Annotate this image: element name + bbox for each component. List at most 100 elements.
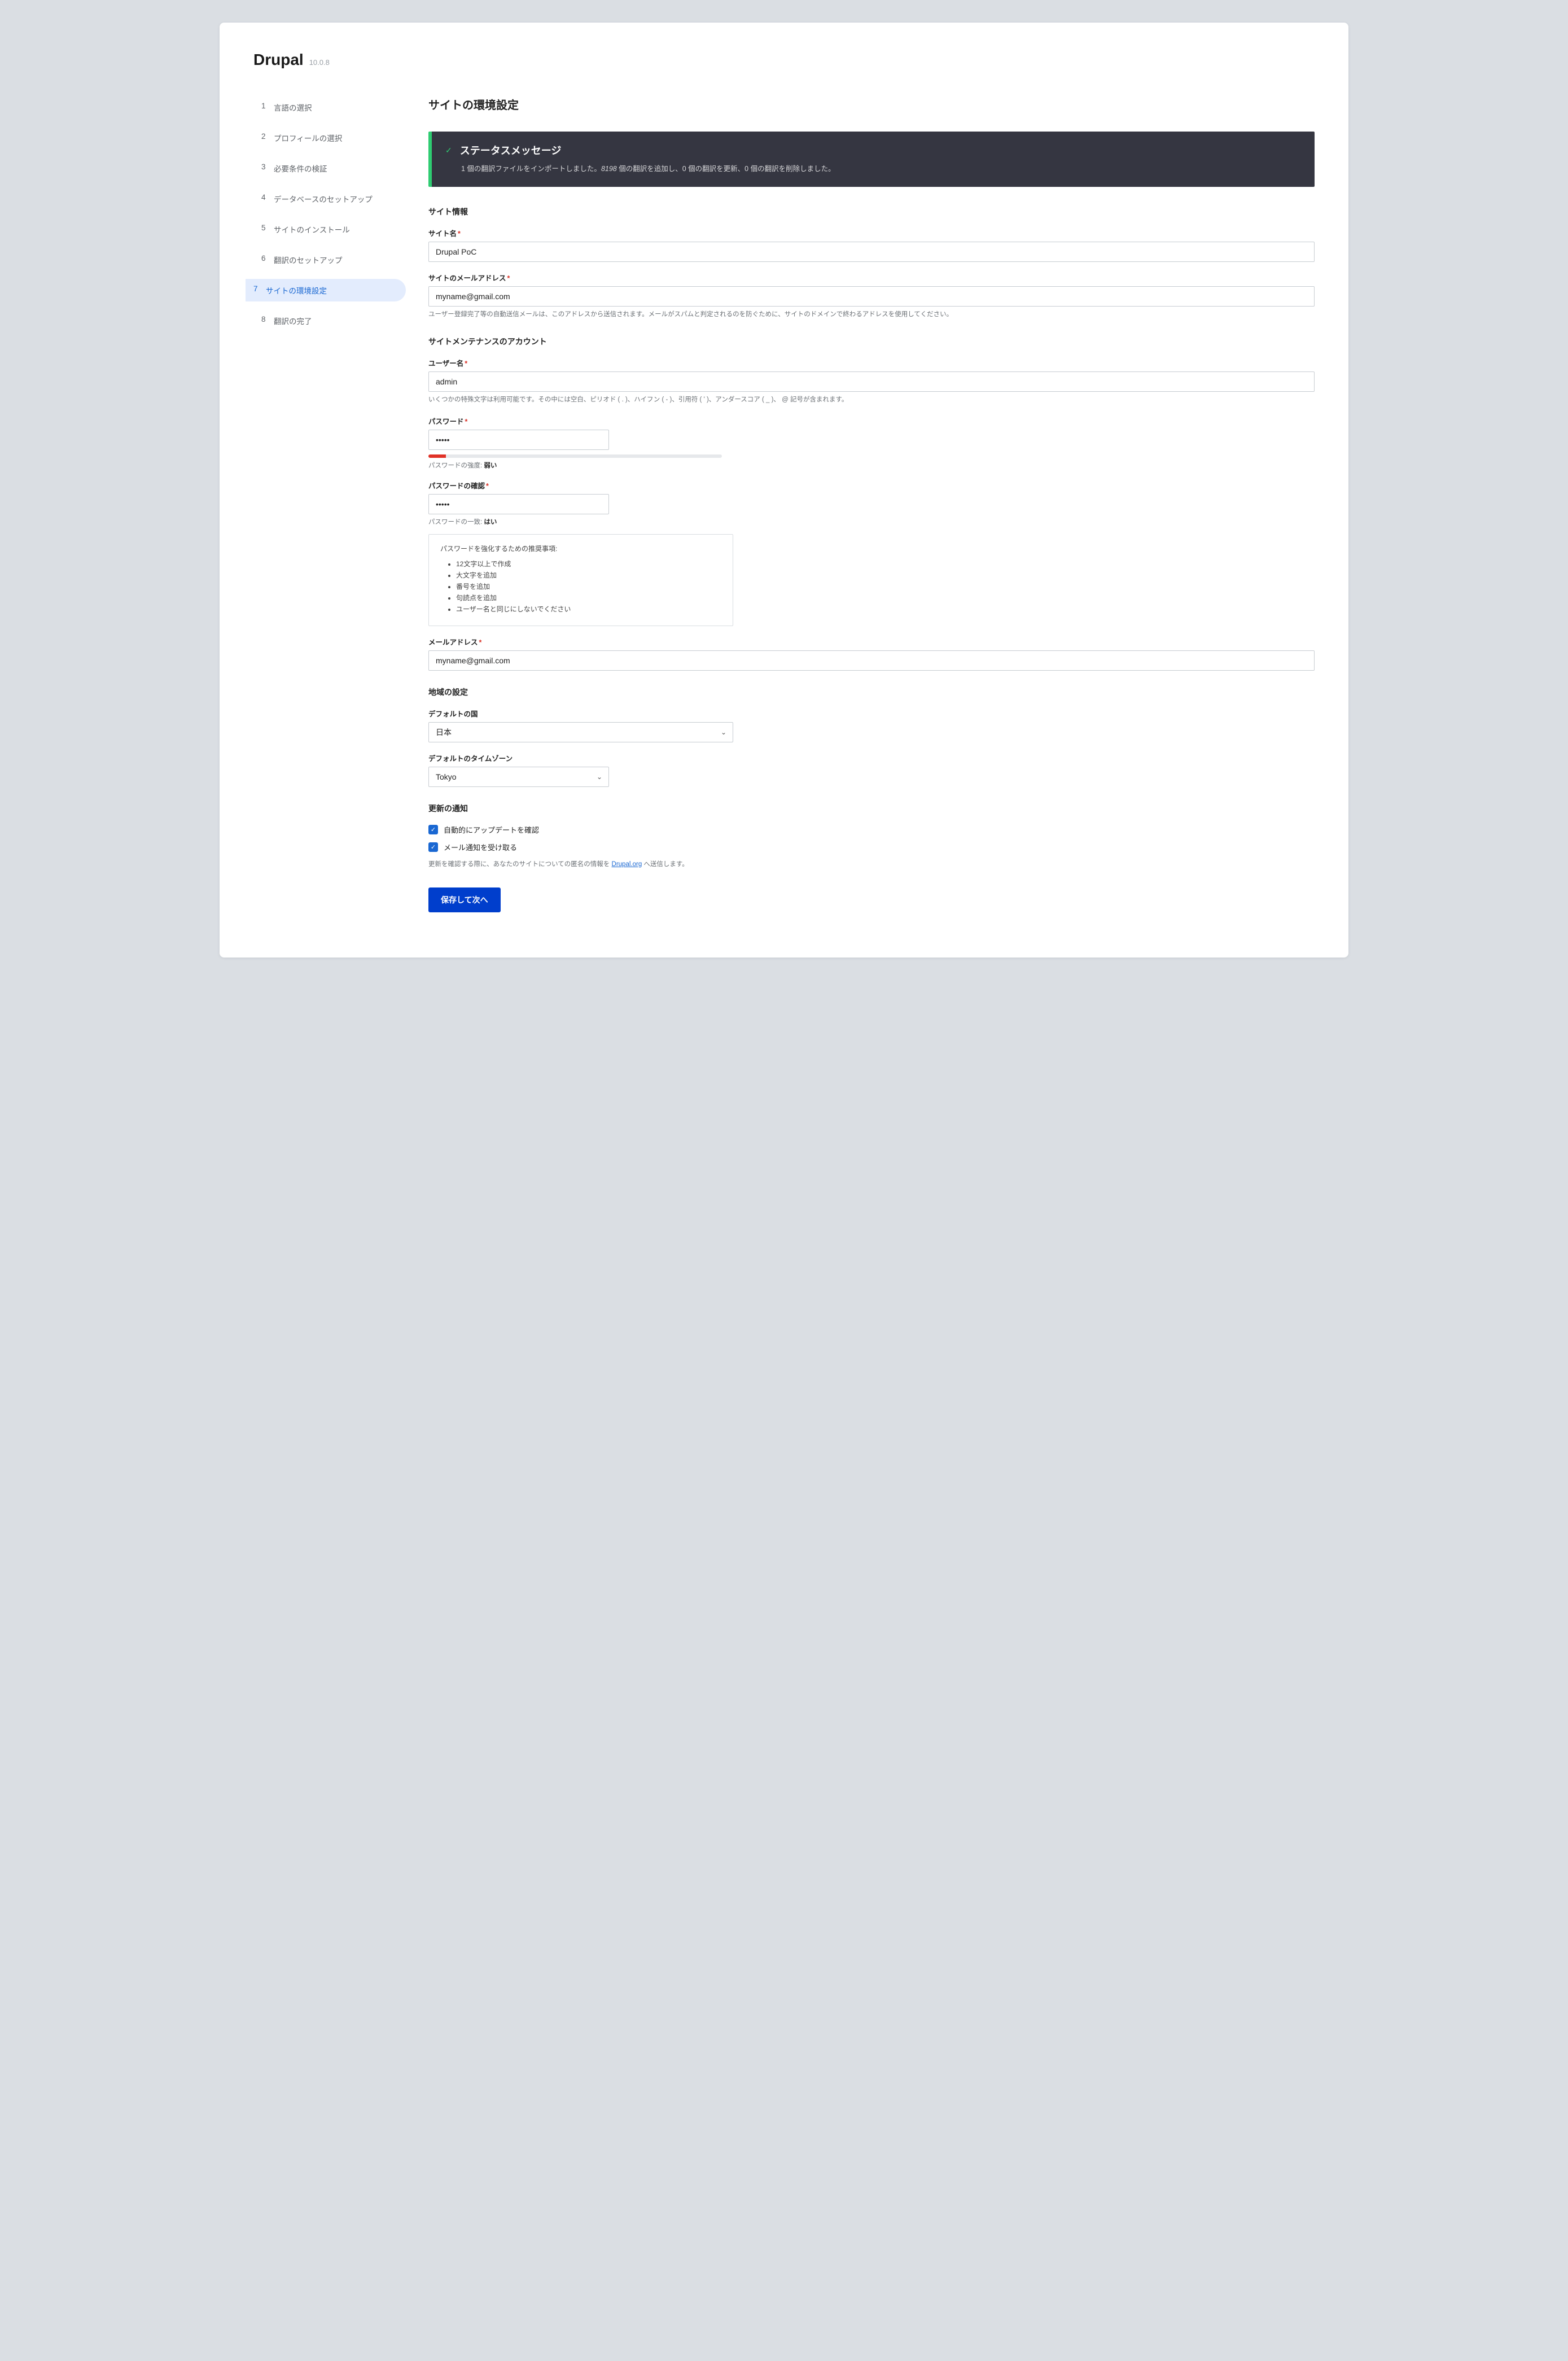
step-label: サイトのインストール: [274, 224, 350, 235]
step-number: 5: [261, 224, 268, 235]
step-number: 1: [261, 102, 268, 113]
password-tip-item: 12文字以上で作成: [456, 559, 721, 569]
section-regional-title: 地域の設定: [428, 687, 1315, 698]
select-timezone[interactable]: Tokyo: [428, 767, 609, 787]
update-note: 更新を確認する際に、あなたのサイトについての匿名の情報を Drupal.org …: [428, 859, 1315, 868]
step-item-7[interactable]: 7 サイトの環境設定: [246, 279, 406, 301]
label-site-name: サイト名*: [428, 228, 1315, 238]
step-number: 3: [261, 163, 268, 174]
brand: Drupal 10.0.8: [253, 51, 1315, 69]
step-list: 1言語の選択2プロフィールの選択3必要条件の検証4データベースのセットアップ5サ…: [253, 96, 395, 332]
password-tips-title: パスワードを強化するための推奨事項:: [440, 544, 721, 553]
field-timezone: デフォルトのタイムゾーン Tokyo ⌄: [428, 753, 1315, 787]
label-username: ユーザー名*: [428, 357, 1315, 368]
field-account-email: メールアドレス*: [428, 636, 1315, 671]
label-site-email: サイトのメールアドレス*: [428, 272, 1315, 283]
checkbox-row-email-notify: ✓ メール通知を受け取る: [428, 842, 1315, 852]
step-label: プロフィールの選択: [274, 132, 342, 143]
status-body-suffix: 個の翻訳を追加し、0 個の翻訳を更新、0 個の翻訳を削除しました。: [617, 165, 835, 173]
section-maint-title: サイトメンテナンスのアカウント: [428, 336, 1315, 347]
step-item-1[interactable]: 1 言語の選択: [253, 96, 395, 119]
step-label: 必要条件の検証: [274, 163, 327, 174]
password-tip-item: 番号を追加: [456, 581, 721, 591]
step-number: 2: [261, 132, 268, 143]
field-username: ユーザー名* いくつかの特殊文字は利用可能です。その中には空白、ピリオド ( .…: [428, 357, 1315, 405]
check-icon: ✓: [445, 146, 452, 155]
required-marker: *: [486, 482, 489, 490]
required-marker: *: [465, 360, 467, 368]
status-body: 1 個の翻訳ファイルをインポートしました。8198 個の翻訳を追加し、0 個の翻…: [445, 163, 1301, 174]
step-item-5[interactable]: 5 サイトのインストール: [253, 218, 395, 241]
password-strength-fill: [428, 454, 446, 458]
step-number: 8: [261, 315, 268, 326]
field-password: パスワード* パスワードの強度: 弱い: [428, 416, 1315, 470]
step-item-6[interactable]: 6 翻訳のセットアップ: [253, 248, 395, 271]
label-country: デフォルトの国: [428, 708, 1315, 719]
main-content: サイトの環境設定 ✓ ステータスメッセージ 1 個の翻訳ファイルをインポートしま…: [428, 96, 1315, 912]
link-drupal-org[interactable]: Drupal.org: [612, 861, 642, 868]
help-username: いくつかの特殊文字は利用可能です。その中には空白、ピリオド ( . )、ハイフン…: [428, 395, 1315, 405]
brand-name: Drupal: [253, 51, 304, 69]
field-country: デフォルトの国 日本 ⌄: [428, 708, 1315, 742]
password-tip-item: ユーザー名と同じにしないでください: [456, 604, 721, 614]
select-country[interactable]: 日本: [428, 722, 733, 742]
field-site-email: サイトのメールアドレス* ユーザー登録完了等の自動送信メールは、このアドレスから…: [428, 272, 1315, 320]
save-and-continue-button[interactable]: 保存して次へ: [428, 887, 501, 912]
password-tip-item: 句読点を追加: [456, 593, 721, 602]
password-tips-list: 12文字以上で作成大文字を追加番号を追加句読点を追加ユーザー名と同じにしないでく…: [440, 559, 721, 614]
input-password-confirm[interactable]: [428, 494, 609, 514]
status-message: ✓ ステータスメッセージ 1 個の翻訳ファイルをインポートしました。8198 個…: [428, 132, 1315, 187]
sidebar: 1言語の選択2プロフィールの選択3必要条件の検証4データベースのセットアップ5サ…: [253, 96, 395, 912]
password-tip-item: 大文字を追加: [456, 570, 721, 580]
status-header: ✓ ステータスメッセージ: [445, 143, 1301, 158]
status-body-em: 8198: [601, 165, 617, 173]
label-password: パスワード*: [428, 416, 1315, 426]
step-number: 4: [261, 193, 268, 204]
step-label: 言語の選択: [274, 102, 312, 113]
password-strength-text: パスワードの強度: 弱い: [428, 461, 1315, 470]
input-site-email[interactable]: [428, 286, 1315, 307]
input-account-email[interactable]: [428, 650, 1315, 671]
layout: 1言語の選択2プロフィールの選択3必要条件の検証4データベースのセットアップ5サ…: [253, 96, 1315, 912]
step-label: 翻訳の完了: [274, 315, 312, 326]
brand-version: 10.0.8: [309, 58, 330, 67]
step-item-8[interactable]: 8 翻訳の完了: [253, 309, 395, 332]
status-title: ステータスメッセージ: [460, 143, 562, 158]
label-account-email: メールアドレス*: [428, 636, 1315, 647]
step-label: サイトの環境設定: [266, 285, 327, 296]
select-wrap-timezone: Tokyo ⌄: [428, 767, 609, 787]
step-item-3[interactable]: 3 必要条件の検証: [253, 157, 395, 180]
required-marker: *: [507, 274, 510, 282]
label-email-notify: メール通知を受け取る: [444, 842, 517, 852]
password-strength-meter: [428, 454, 722, 458]
required-marker: *: [458, 230, 461, 238]
field-password-confirm: パスワードの確認* パスワードの一致: はい パスワードを強化するための推奨事項…: [428, 480, 1315, 626]
step-item-2[interactable]: 2 プロフィールの選択: [253, 126, 395, 149]
checkbox-row-auto-update: ✓ 自動的にアップデートを確認: [428, 824, 1315, 835]
input-username[interactable]: [428, 371, 1315, 392]
help-site-email: ユーザー登録完了等の自動送信メールは、このアドレスから送信されます。メールがスパ…: [428, 310, 1315, 320]
label-auto-update: 自動的にアップデートを確認: [444, 824, 539, 835]
step-item-4[interactable]: 4 データベースのセットアップ: [253, 187, 395, 210]
password-tips: パスワードを強化するための推奨事項: 12文字以上で作成大文字を追加番号を追加句…: [428, 534, 733, 626]
required-marker: *: [465, 418, 468, 426]
step-number: 7: [253, 285, 260, 296]
checkbox-email-notify[interactable]: ✓: [428, 842, 438, 852]
step-label: 翻訳のセットアップ: [274, 254, 343, 265]
section-updates-title: 更新の通知: [428, 803, 1315, 814]
step-number: 6: [261, 254, 268, 265]
status-body-prefix: 1 個の翻訳ファイルをインポートしました。: [461, 165, 601, 173]
field-site-name: サイト名*: [428, 228, 1315, 262]
installer-page: Drupal 10.0.8 1言語の選択2プロフィールの選択3必要条件の検証4デ…: [220, 23, 1348, 957]
label-password-confirm: パスワードの確認*: [428, 480, 1315, 491]
step-label: データベースのセットアップ: [274, 193, 373, 204]
checkbox-auto-update[interactable]: ✓: [428, 825, 438, 834]
input-password[interactable]: [428, 430, 609, 450]
required-marker: *: [479, 639, 482, 646]
select-wrap-country: 日本 ⌄: [428, 722, 733, 742]
page-title: サイトの環境設定: [428, 96, 1315, 112]
password-match-text: パスワードの一致: はい: [428, 517, 1315, 526]
label-timezone: デフォルトのタイムゾーン: [428, 753, 1315, 763]
input-site-name[interactable]: [428, 242, 1315, 262]
section-site-info-title: サイト情報: [428, 206, 1315, 217]
